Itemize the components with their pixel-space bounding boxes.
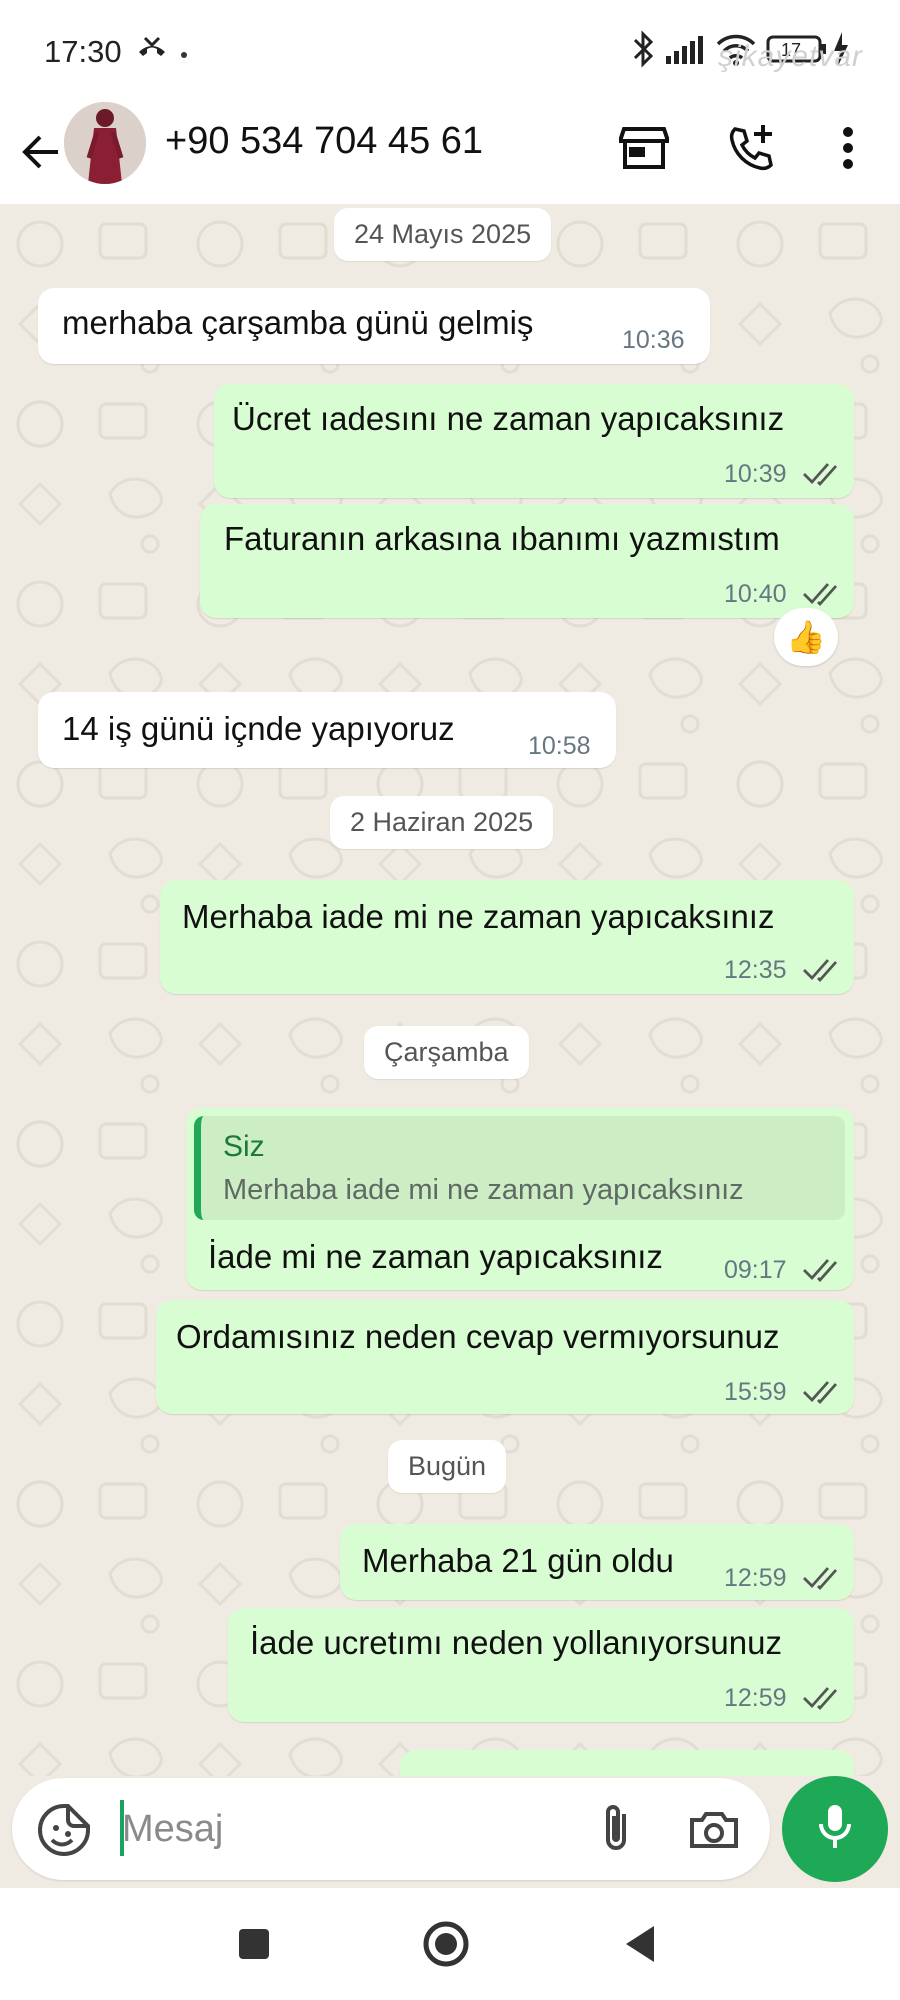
- mic-icon: [815, 1802, 855, 1857]
- date-divider: Çarşamba: [364, 1026, 529, 1079]
- message-outgoing[interactable]: Ücret ıadesını ne zaman yapıcaksınız 10:…: [214, 384, 854, 498]
- recents-button[interactable]: [226, 1916, 282, 1972]
- contact-name[interactable]: +90 534 704 45 61: [165, 120, 483, 163]
- message-time: 10:39: [724, 460, 787, 488]
- reaction-thumbs-up[interactable]: 👍: [774, 608, 838, 666]
- message-incoming[interactable]: 14 iş günü içnde yapıyoruz 10:58: [38, 692, 616, 768]
- read-ticks-icon: [802, 1254, 840, 1289]
- message-time: 15:59: [724, 1378, 787, 1406]
- camera-icon[interactable]: [684, 1800, 744, 1860]
- add-call-icon[interactable]: [722, 118, 782, 178]
- notification-dot-icon: [180, 46, 188, 64]
- home-button[interactable]: [418, 1916, 474, 1972]
- read-ticks-icon: [802, 954, 840, 989]
- message-text: Faturanın arkasına ıbanımı yazmıstım: [224, 520, 780, 557]
- status-time: 17:30: [44, 34, 122, 69]
- message-time: 10:40: [724, 580, 787, 608]
- message-time: 09:17: [724, 1256, 787, 1284]
- status-bar: 17:30 17 şikayetvar: [0, 0, 900, 100]
- message-outgoing[interactable]: Merhaba 21 gün oldu 12:59: [340, 1524, 854, 1600]
- back-arrow-icon[interactable]: [14, 124, 70, 180]
- message-incoming[interactable]: merhaba çarşamba günü gelmiş 10:36: [38, 288, 710, 364]
- message-outgoing[interactable]: Merhaba iade mi ne zaman yapıcaksınız 12…: [160, 880, 854, 994]
- sticker-icon[interactable]: [34, 1800, 94, 1860]
- system-navigation-bar: [0, 1888, 900, 2000]
- message-text: İade mi ne zaman yapıcaksınız: [208, 1238, 663, 1275]
- date-divider: 2 Haziran 2025: [330, 796, 554, 849]
- attach-icon[interactable]: [588, 1800, 648, 1860]
- date-divider: Bugün: [388, 1440, 507, 1493]
- read-ticks-icon: [802, 1376, 840, 1411]
- message-outgoing[interactable]: Ordamısınız neden cevap vermıyorsunuz 15…: [156, 1300, 854, 1414]
- message-outgoing-partial[interactable]: [400, 1750, 854, 1776]
- message-time: 10:58: [528, 732, 591, 760]
- message-text: Ücret ıadesını ne zaman yapıcaksınız: [232, 400, 785, 437]
- quote-text: Merhaba iade mi ne zaman yapıcaksınız: [223, 1174, 744, 1206]
- watermark: şikayetvar: [718, 40, 864, 73]
- message-text: merhaba çarşamba günü gelmiş: [62, 304, 534, 341]
- back-button[interactable]: [612, 1916, 668, 1972]
- message-text: İade ucretımı neden yollanıyorsunuz: [250, 1624, 782, 1661]
- quote-author: Siz: [223, 1130, 265, 1163]
- chat-header: +90 534 704 45 61: [0, 100, 900, 204]
- read-ticks-icon: [802, 1682, 840, 1717]
- message-outgoing[interactable]: Faturanın arkasına ıbanımı yazmıstım 10:…: [200, 504, 854, 618]
- message-text: Merhaba iade mi ne zaman yapıcaksınız: [182, 898, 775, 935]
- storefront-icon[interactable]: [614, 118, 674, 178]
- chat-area[interactable]: 24 Mayıs 2025 merhaba çarşamba günü gelm…: [0, 204, 900, 1776]
- signal-icon: [666, 36, 706, 69]
- message-time: 12:35: [724, 956, 787, 984]
- mic-button[interactable]: [782, 1776, 888, 1882]
- message-time: 10:36: [622, 326, 685, 354]
- avatar[interactable]: [64, 102, 146, 184]
- read-ticks-icon: [802, 1562, 840, 1597]
- message-placeholder: Mesaj: [122, 1808, 224, 1850]
- message-text: Merhaba 21 gün oldu: [362, 1542, 674, 1579]
- message-time: 12:59: [724, 1684, 787, 1712]
- read-ticks-icon: [802, 458, 840, 493]
- message-outgoing[interactable]: İade ucretımı neden yollanıyorsunuz 12:5…: [228, 1608, 854, 1722]
- composer-bar: Mesaj: [0, 1776, 900, 1888]
- message-outgoing-reply[interactable]: Siz Merhaba iade mi ne zaman yapıcaksını…: [186, 1108, 854, 1290]
- message-input[interactable]: Mesaj: [12, 1778, 770, 1880]
- bluetooth-icon: [632, 30, 654, 73]
- date-divider: 24 Mayıs 2025: [334, 208, 552, 261]
- quoted-message[interactable]: Siz Merhaba iade mi ne zaman yapıcaksını…: [194, 1116, 845, 1220]
- message-text: Ordamısınız neden cevap vermıyorsunuz: [176, 1318, 780, 1355]
- message-time: 12:59: [724, 1564, 787, 1592]
- more-vert-icon[interactable]: [818, 118, 878, 178]
- message-text: 14 iş günü içnde yapıyoruz: [62, 710, 455, 747]
- missed-call-icon: [135, 34, 169, 69]
